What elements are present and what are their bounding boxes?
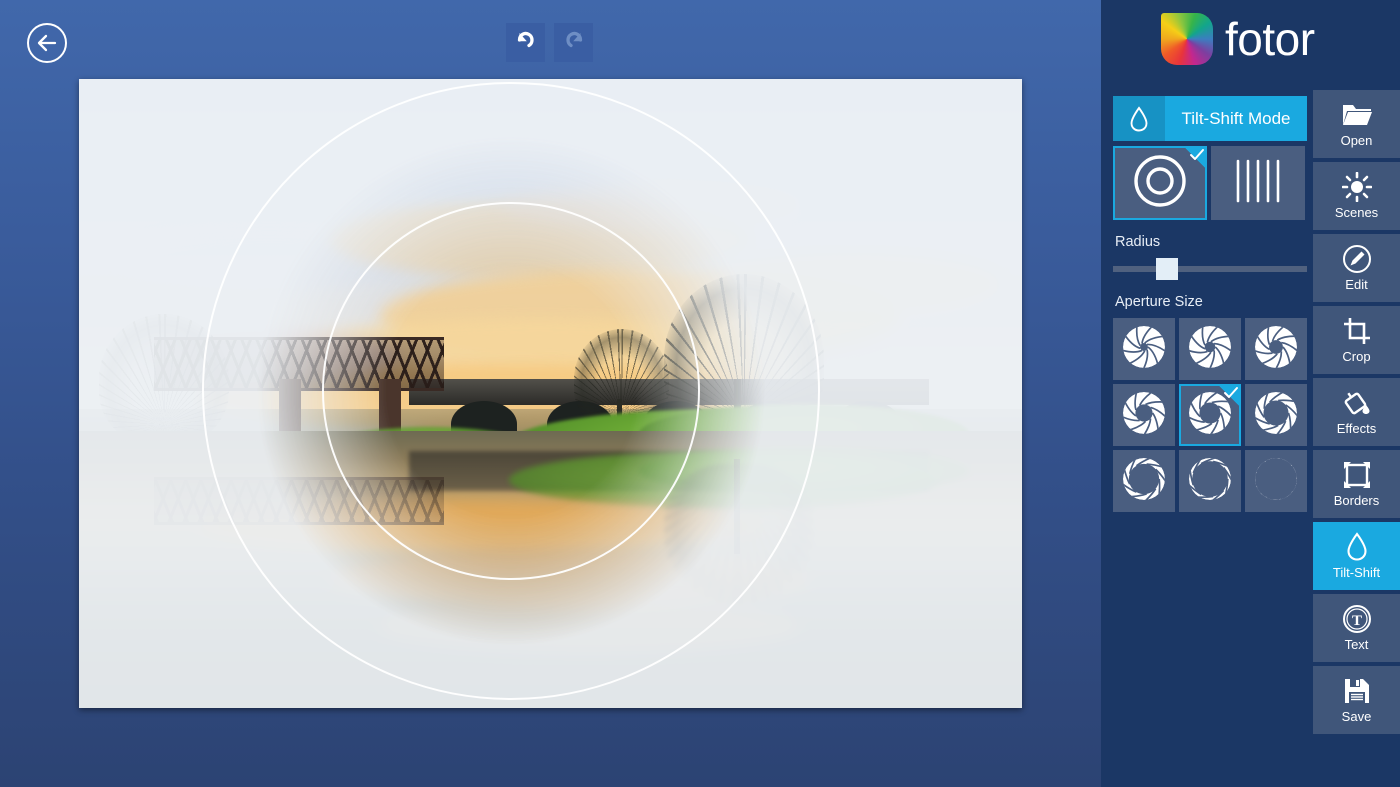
floppy-disk-icon — [1343, 676, 1371, 706]
rail-item-label: Open — [1340, 133, 1373, 148]
aperture-tile-7[interactable] — [1113, 450, 1175, 512]
iris-aperture-icon — [1253, 324, 1299, 375]
svg-text:T: T — [1351, 613, 1361, 629]
tool-rail: Open Scenes Edit Crop Effects Borders Tilt-Shi… — [1313, 90, 1400, 738]
brand: fotor — [1161, 12, 1315, 66]
iris-aperture-icon — [1121, 324, 1167, 375]
aperture-size-grid — [1113, 318, 1307, 512]
rail-item-tilt-shift[interactable]: Tilt-Shift — [1313, 522, 1400, 590]
rail-item-label: Scenes — [1334, 205, 1379, 220]
tilt-shift-blur-veil — [79, 79, 1022, 708]
shape-selected-check — [1183, 146, 1207, 170]
tilt-shift-mode-button[interactable]: Tilt-Shift Mode — [1113, 96, 1307, 141]
paint-bucket-icon — [1342, 388, 1372, 418]
aperture-tile-1[interactable] — [1113, 318, 1175, 380]
tilt-shift-mode-label: Tilt-Shift Mode — [1181, 108, 1291, 128]
history-toolbar — [506, 23, 593, 62]
aperture-tile-4[interactable] — [1113, 384, 1175, 446]
rail-item-borders[interactable]: Borders — [1313, 450, 1400, 518]
rail-item-text[interactable]: T Text — [1313, 594, 1400, 662]
rail-item-label: Tilt-Shift — [1332, 565, 1381, 580]
iris-aperture-icon — [1187, 324, 1233, 375]
rail-item-effects[interactable]: Effects — [1313, 378, 1400, 446]
rail-item-edit[interactable]: Edit — [1313, 234, 1400, 302]
radius-label: Radius — [1115, 234, 1161, 250]
editor-workspace — [0, 0, 1101, 787]
shape-selector — [1113, 146, 1307, 220]
water-drop-icon — [1345, 532, 1369, 562]
text-circle-icon: T — [1342, 604, 1372, 634]
rail-item-label: Save — [1341, 709, 1372, 724]
redo-button[interactable] — [554, 23, 593, 62]
rail-item-label: Edit — [1345, 277, 1368, 292]
vertical-lines-icon — [1232, 157, 1284, 210]
aperture-tile-8[interactable] — [1179, 450, 1241, 512]
rail-item-label: Effects — [1336, 421, 1377, 436]
aperture-tile-3[interactable] — [1245, 318, 1307, 380]
photo-image — [79, 79, 1022, 708]
radius-slider-thumb[interactable] — [1156, 258, 1179, 280]
folder-icon — [1342, 100, 1372, 130]
shape-option-linear[interactable] — [1211, 146, 1305, 220]
rail-item-label: Crop — [1342, 349, 1371, 364]
iris-aperture-icon — [1121, 456, 1167, 507]
iris-aperture-icon — [1121, 390, 1167, 441]
iris-aperture-icon — [1253, 456, 1299, 507]
photo-canvas[interactable] — [79, 79, 1022, 708]
rail-item-crop[interactable]: Crop — [1313, 306, 1400, 374]
aperture-tile-6[interactable] — [1245, 384, 1307, 446]
rail-item-label: Text — [1344, 637, 1369, 652]
rail-item-label: Borders — [1333, 493, 1380, 508]
aperture-tile-2[interactable] — [1179, 318, 1241, 380]
pencil-circle-icon — [1342, 244, 1372, 274]
rail-item-open[interactable]: Open — [1313, 90, 1400, 158]
concentric-circles-icon — [1131, 152, 1189, 215]
redo-arrow-icon — [562, 29, 586, 56]
brand-name: fotor — [1225, 13, 1315, 65]
back-arrow-circle-icon — [36, 34, 58, 52]
rail-item-scenes[interactable]: Scenes — [1313, 162, 1400, 230]
water-drop-icon — [1113, 96, 1165, 141]
undo-button[interactable] — [506, 23, 545, 62]
back-button[interactable] — [27, 23, 67, 63]
shape-option-circular[interactable] — [1113, 146, 1207, 220]
aperture-selected-check — [1217, 384, 1241, 408]
undo-arrow-icon — [514, 29, 538, 56]
tilt-shift-tools: Tilt-Shift Mode Radius Aperture Size — [1113, 96, 1307, 512]
rail-item-save[interactable]: Save — [1313, 666, 1400, 734]
aperture-tile-5[interactable] — [1179, 384, 1241, 446]
aperture-size-label: Aperture Size — [1115, 294, 1203, 310]
aperture-tile-9[interactable] — [1245, 450, 1307, 512]
iris-aperture-icon — [1253, 390, 1299, 441]
crop-icon — [1343, 316, 1371, 346]
fotor-color-wheel-logo — [1161, 13, 1213, 65]
radius-slider[interactable] — [1113, 258, 1307, 280]
iris-aperture-icon — [1187, 456, 1233, 507]
radius-slider-track[interactable] — [1113, 266, 1307, 272]
borders-icon — [1343, 460, 1371, 490]
sun-icon — [1341, 172, 1372, 202]
